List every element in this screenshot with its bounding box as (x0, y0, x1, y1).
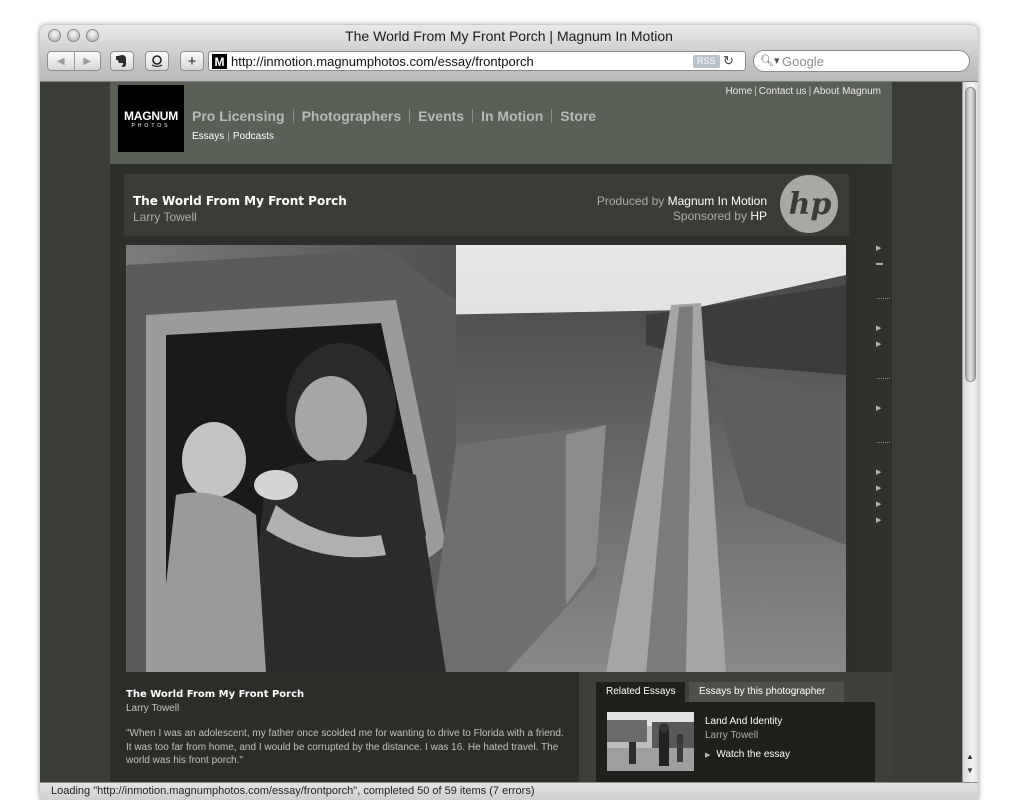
back-button[interactable]: ◀ (48, 52, 74, 70)
rail-arrow-icon[interactable]: ▶ (876, 484, 881, 492)
sponsored-by-line: Sponsored by HP (673, 209, 767, 223)
essay-title: The World From My Front Porch (133, 194, 347, 208)
main-nav: Pro Licensing Photographers Events In Mo… (192, 108, 596, 124)
divider (292, 109, 294, 123)
rail-arrow-icon[interactable]: ▶ (876, 404, 881, 412)
scroll-up-icon[interactable]: ▲ (966, 752, 974, 761)
related-essay-item: Land And Identity Larry Towell ▶ Watch th… (596, 702, 875, 782)
vertical-scrollbar[interactable]: ▲ ▼ (962, 82, 978, 782)
rail-divider (877, 378, 890, 379)
add-bookmark-button[interactable]: + (180, 51, 204, 71)
tab-essays-by-photographer[interactable]: Essays by this photographer (689, 682, 844, 702)
about-link[interactable]: About Magnum (813, 86, 881, 97)
caption-quote: "When I was an adolescent, my father onc… (126, 728, 564, 766)
amazon-button[interactable] (145, 51, 169, 71)
site-favicon: M (212, 54, 227, 69)
home-link[interactable]: Home (725, 86, 752, 97)
divider (472, 109, 474, 123)
related-essays-box: Related Essays Essays by this photograph… (579, 672, 892, 782)
produced-by-line: Produced by Magnum In Motion (597, 194, 767, 208)
rail-arrow-icon[interactable]: ▶ (876, 324, 881, 332)
essay-header: The World From My Front Porch Larry Towe… (124, 174, 849, 236)
essay-caption: The World From My Front Porch Larry Towe… (110, 672, 579, 782)
divider (409, 109, 411, 123)
nav-events[interactable]: Events (418, 108, 464, 124)
divider: | (754, 86, 757, 97)
play-arrow-icon: ▶ (705, 752, 711, 759)
divider: | (808, 86, 812, 97)
nav-pro-licensing[interactable]: Pro Licensing (192, 108, 285, 124)
reload-icon[interactable]: ↻ (723, 53, 734, 69)
rail-current-marker[interactable]: ▬ (876, 260, 883, 267)
rail-divider (877, 442, 890, 443)
svg-text:hp: hp (789, 187, 832, 222)
nav-photographers[interactable]: Photographers (302, 108, 402, 124)
nav-in-motion[interactable]: In Motion (481, 108, 543, 124)
plus-icon: + (187, 52, 197, 70)
hp-logo[interactable]: hp (779, 174, 839, 234)
divider (551, 109, 553, 123)
related-essay-title[interactable]: Land And Identity (705, 716, 782, 727)
browser-window: The World From My Front Porch | Magnum I… (40, 25, 978, 800)
back-arrow-icon: ◀ (56, 55, 65, 67)
magnum-logo[interactable]: MAGNUM PHOTOS (118, 85, 184, 152)
rss-button[interactable]: RSS (693, 55, 720, 68)
rail-arrow-icon[interactable]: ▶ (876, 500, 881, 508)
search-field[interactable]: 🔍︎▾ Google (753, 50, 970, 72)
forward-arrow-icon: ▶ (83, 55, 92, 67)
producer-name: Magnum In Motion (667, 194, 767, 208)
rail-arrow-icon[interactable]: ▶ (876, 468, 881, 476)
evernote-button[interactable] (110, 51, 134, 71)
essays-link[interactable]: Essays (192, 131, 224, 142)
sponsored-by-label: Sponsored by (672, 209, 747, 223)
utility-links: Home | Contact us | About Magnum (725, 86, 881, 97)
tab-related-essays[interactable]: Related Essays (596, 682, 686, 702)
contact-link[interactable]: Contact us (759, 86, 807, 97)
rail-arrow-icon[interactable]: ▶ (876, 340, 881, 348)
caption-author[interactable]: Larry Towell (126, 703, 179, 714)
produced-by-label: Produced by (596, 194, 665, 208)
caption-title: The World From My Front Porch (126, 689, 305, 700)
address-bar[interactable]: M http://inmotion.magnumphotos.com/essay… (208, 51, 746, 71)
scrollbar-thumb[interactable] (965, 87, 976, 382)
chapter-rail: ▶ ▬ ▶ ▶ ▶ ▶ ▶ ▶ ▶ (862, 164, 892, 672)
podcasts-link[interactable]: Podcasts (233, 131, 274, 142)
sub-nav: Essays | Podcasts (192, 131, 274, 142)
evernote-elephant-icon (116, 55, 126, 67)
related-essay-thumbnail[interactable] (607, 712, 694, 771)
search-placeholder: Google (782, 54, 824, 69)
forward-button[interactable]: ▶ (73, 52, 101, 70)
window-title: The World From My Front Porch | Magnum I… (345, 28, 673, 44)
history-nav: ◀ ▶ (47, 51, 101, 71)
magnum-site: MAGNUM PHOTOS Home | Contact us | About Magn… (110, 82, 892, 782)
logo-subtitle: PHOTOS (131, 123, 171, 129)
nav-store[interactable]: Store (560, 108, 596, 124)
browser-toolbar: The World From My Front Porch | Magnum I… (40, 25, 978, 82)
search-icon[interactable]: 🔍︎▾ (760, 54, 780, 67)
sponsor-name: HP (750, 209, 767, 223)
rail-arrow-icon[interactable]: ▶ (876, 244, 881, 252)
url-text[interactable]: http://inmotion.magnumphotos.com/essay/f… (231, 54, 534, 69)
essay-author[interactable]: Larry Towell (133, 210, 197, 224)
page-viewport: MAGNUM PHOTOS Home | Contact us | About Magn… (40, 82, 962, 782)
scroll-down-icon[interactable]: ▼ (966, 766, 974, 775)
amazon-icon (151, 55, 163, 68)
rail-divider (877, 298, 890, 299)
rail-arrow-icon[interactable]: ▶ (876, 516, 881, 524)
status-bar: Loading "http://inmotion.magnumphotos.co… (40, 782, 978, 800)
site-header: MAGNUM PHOTOS Home | Contact us | About Magn… (110, 82, 892, 164)
logo-wordmark: MAGNUM (123, 109, 179, 123)
divider: | (227, 131, 230, 142)
watch-essay-link[interactable]: ▶ Watch the essay (705, 749, 790, 760)
related-essay-author[interactable]: Larry Towell (705, 730, 758, 741)
watch-essay-label: Watch the essay (716, 749, 790, 760)
essay-photo[interactable] (126, 245, 846, 673)
